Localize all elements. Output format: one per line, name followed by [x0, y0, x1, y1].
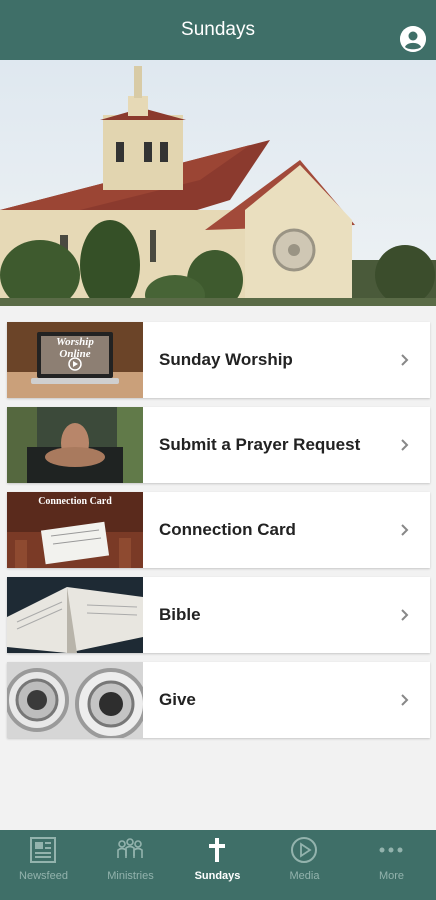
list-item-connection-card[interactable]: Connection Card Connection Card — [7, 492, 430, 568]
chevron-right-icon — [397, 522, 413, 538]
list-item-prayer-request[interactable]: Submit a Prayer Request — [7, 407, 430, 483]
church-hero-image — [0, 60, 436, 306]
chevron-right-icon — [397, 692, 413, 708]
chevron-right-icon — [397, 437, 413, 453]
more-dots-icon — [376, 836, 406, 864]
tab-label: Ministries — [107, 870, 154, 882]
thumb-text: Worship Online — [56, 336, 94, 360]
page-title: Sundays — [181, 19, 255, 40]
tab-label: Media — [289, 870, 320, 882]
newsfeed-icon — [28, 836, 58, 864]
list-item-label: Submit a Prayer Request — [159, 435, 361, 454]
cross-icon — [202, 836, 232, 864]
tab-newsfeed[interactable]: Newsfeed — [0, 830, 87, 900]
tab-label: Newsfeed — [19, 870, 68, 882]
worship-online-thumbnail: Worship Online — [7, 322, 143, 398]
rolled-bills-thumbnail — [7, 662, 143, 738]
tab-more[interactable]: More — [348, 830, 435, 900]
list-item-label: Bible — [159, 605, 201, 624]
thumb-text: Connection Card — [38, 496, 112, 507]
list-item-label: Give — [159, 690, 196, 709]
tab-sundays[interactable]: Sundays — [174, 830, 261, 900]
account-circle-icon[interactable] — [400, 26, 426, 52]
list-item-sunday-worship[interactable]: Worship Online Sunday Worship — [7, 322, 430, 398]
bottom-tab-bar: Newsfeed Ministries Sundays Media More — [0, 830, 436, 900]
connection-card-thumbnail: Connection Card — [7, 492, 143, 568]
people-group-icon — [115, 836, 145, 864]
list-item-give[interactable]: Give — [7, 662, 430, 738]
tab-media[interactable]: Media — [261, 830, 348, 900]
list-item-label: Connection Card — [159, 520, 296, 539]
open-bible-thumbnail — [7, 577, 143, 653]
list-item-bible[interactable]: Bible — [7, 577, 430, 653]
list-item-label: Sunday Worship — [159, 350, 293, 369]
tab-label: Sundays — [194, 870, 241, 882]
sunday-menu-list: Worship Online Sunday Worship Submit a P… — [7, 322, 430, 747]
tab-label: More — [378, 870, 405, 882]
praying-hands-thumbnail — [7, 407, 143, 483]
play-circle-icon — [289, 836, 319, 864]
tab-ministries[interactable]: Ministries — [87, 830, 174, 900]
chevron-right-icon — [397, 352, 413, 368]
chevron-right-icon — [397, 607, 413, 623]
app-header: Sundays — [0, 0, 436, 60]
